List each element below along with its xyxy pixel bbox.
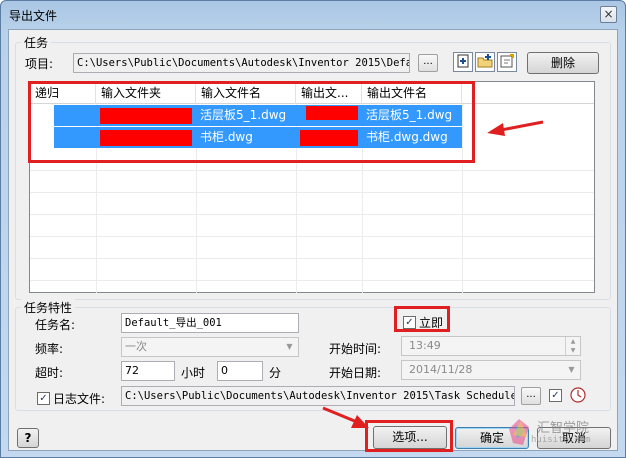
grid-line <box>30 236 594 237</box>
add-folder-icon[interactable] <box>475 52 495 72</box>
grid-line <box>30 280 594 281</box>
dialog-body: 任务 项目: C:\Users\Public\Documents\Autodes… <box>8 29 618 452</box>
watermark-logo: 汇智学院 huisite.com <box>507 417 611 451</box>
chevron-down-icon: ▼ <box>286 342 293 351</box>
spinner-icon[interactable]: ▲ ▼ <box>565 337 580 355</box>
grid-line <box>30 258 594 259</box>
grid-line <box>30 170 594 171</box>
log-file-path-field[interactable]: C:\Users\Public\Documents\Autodesk\Inven… <box>121 386 515 406</box>
log-browse-button[interactable]: ... <box>521 387 541 405</box>
add-task-icon[interactable] <box>453 52 473 72</box>
start-time-label: 开始时间: <box>329 342 382 356</box>
project-label: 项目: <box>25 57 54 71</box>
task-name-input[interactable]: Default_导出_001 <box>121 313 299 333</box>
project-browse-button[interactable]: ... <box>418 54 438 72</box>
calendar-dropdown-icon[interactable]: ▼ <box>563 361 580 379</box>
title-bar[interactable]: 导出文件 × <box>1 1 625 29</box>
delete-button[interactable]: 删除 <box>527 52 599 74</box>
watermark-url: huisite.com <box>531 435 591 445</box>
pointer-arrow-icon <box>487 120 544 136</box>
start-time-field[interactable]: 13:49 ▲ ▼ <box>401 336 581 356</box>
view-log-checkbox[interactable]: ✓ <box>549 389 562 402</box>
immediate-highlight-box <box>394 306 450 332</box>
frequency-value: 一次 <box>125 340 147 353</box>
watermark-emblem-icon <box>509 419 529 445</box>
timeout-hours-input[interactable]: 72 <box>121 361 175 381</box>
frequency-label: 频率: <box>35 342 64 356</box>
start-time-value: 13:49 <box>409 339 441 352</box>
export-files-dialog: 导出文件 × 任务 项目: C:\Users\Public\Documents\… <box>0 0 626 458</box>
log-file-checkbox[interactable]: ✓ <box>37 392 50 405</box>
pointer-arrow-icon <box>322 406 369 428</box>
hours-label: 小时 <box>181 366 206 380</box>
grid-line <box>30 192 594 193</box>
task-name-label: 任务名: <box>35 318 76 332</box>
task-properties-label: 任务特性 <box>21 299 76 316</box>
table-highlight-box <box>28 81 475 163</box>
edit-task-icon[interactable] <box>497 52 517 72</box>
options-highlight-box <box>365 420 453 452</box>
start-date-field[interactable]: 2014/11/28 ▼ <box>401 360 581 380</box>
minutes-label: 分 <box>269 366 282 380</box>
project-path-field[interactable]: C:\Users\Public\Documents\Autodesk\Inven… <box>73 53 410 73</box>
clock-icon[interactable] <box>569 386 587 404</box>
grid-line <box>30 214 594 215</box>
start-date-value: 2014/11/28 <box>409 363 473 376</box>
task-group-label: 任务 <box>21 34 52 51</box>
watermark-text: 汇智学院 <box>537 421 590 436</box>
timeout-label: 超时: <box>35 366 64 380</box>
log-file-label[interactable]: 日志文件: <box>53 390 105 407</box>
timeout-minutes-input[interactable]: 0 <box>217 361 263 381</box>
window-title: 导出文件 <box>9 9 58 23</box>
frequency-select[interactable]: 一次 ▼ <box>121 337 299 357</box>
help-button[interactable]: ? <box>17 428 39 448</box>
start-date-label: 开始日期: <box>329 366 382 380</box>
close-button[interactable]: × <box>600 6 617 23</box>
